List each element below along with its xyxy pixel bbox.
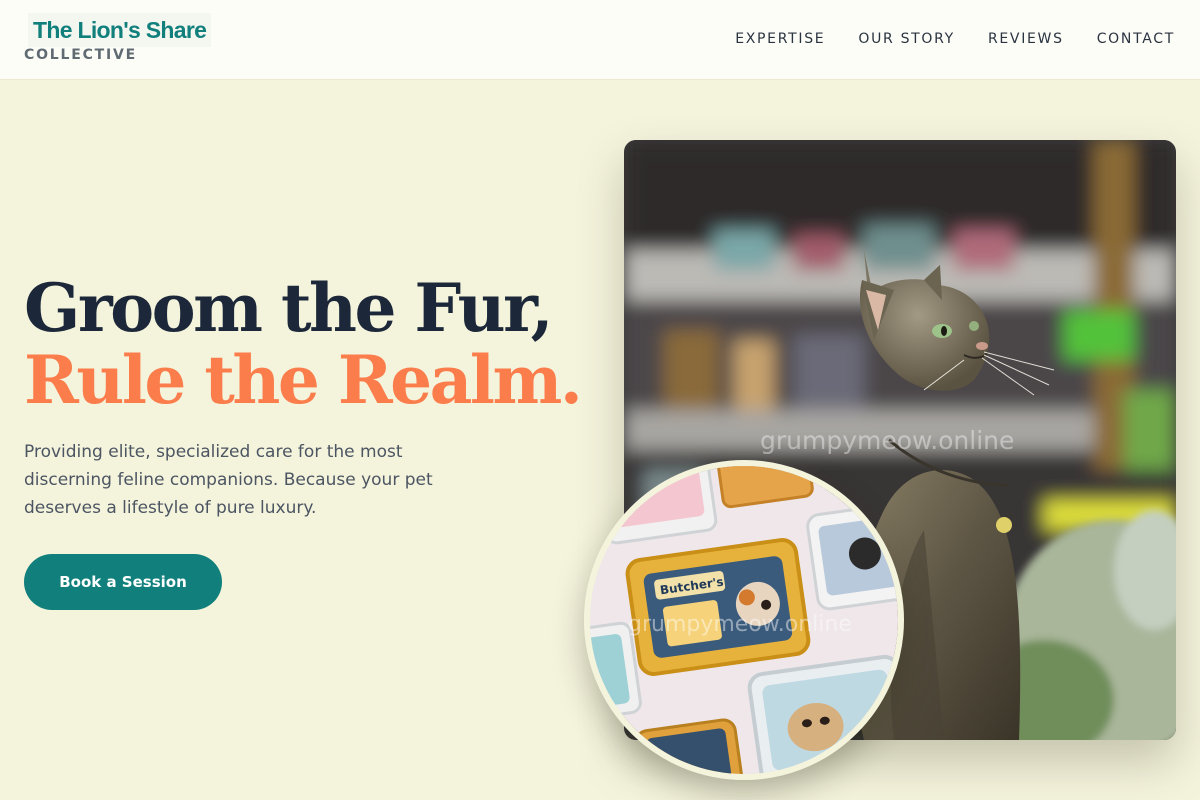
nav-link-our-story[interactable]: OUR STORY: [858, 31, 955, 47]
hero-description: Providing elite, specialized care for th…: [24, 442, 433, 518]
brand-logo-title[interactable]: The Lion's Share: [28, 13, 212, 47]
site-header: The Lion's Share COLLECTIVE EXPERTISE OU…: [0, 0, 1200, 80]
hero-headline-line1: Groom the Fur,: [24, 269, 554, 347]
main-nav: EXPERTISE OUR STORY REVIEWS CONTACT: [735, 31, 1175, 47]
book-session-button[interactable]: Book a Session: [24, 554, 222, 610]
hero-headline-line2: Rule the Realm.: [24, 341, 583, 419]
nav-link-reviews[interactable]: REVIEWS: [988, 31, 1064, 47]
nav-link-contact[interactable]: CONTACT: [1097, 31, 1175, 47]
hero-headline: Groom the Fur, Rule the Realm.: [24, 269, 583, 419]
brand-subtitle: COLLECTIVE: [24, 47, 138, 63]
nav-link-expertise[interactable]: EXPERTISE: [735, 31, 825, 47]
pet-food-trays-photo: Butcher's grumpymeow.online: [584, 460, 904, 780]
